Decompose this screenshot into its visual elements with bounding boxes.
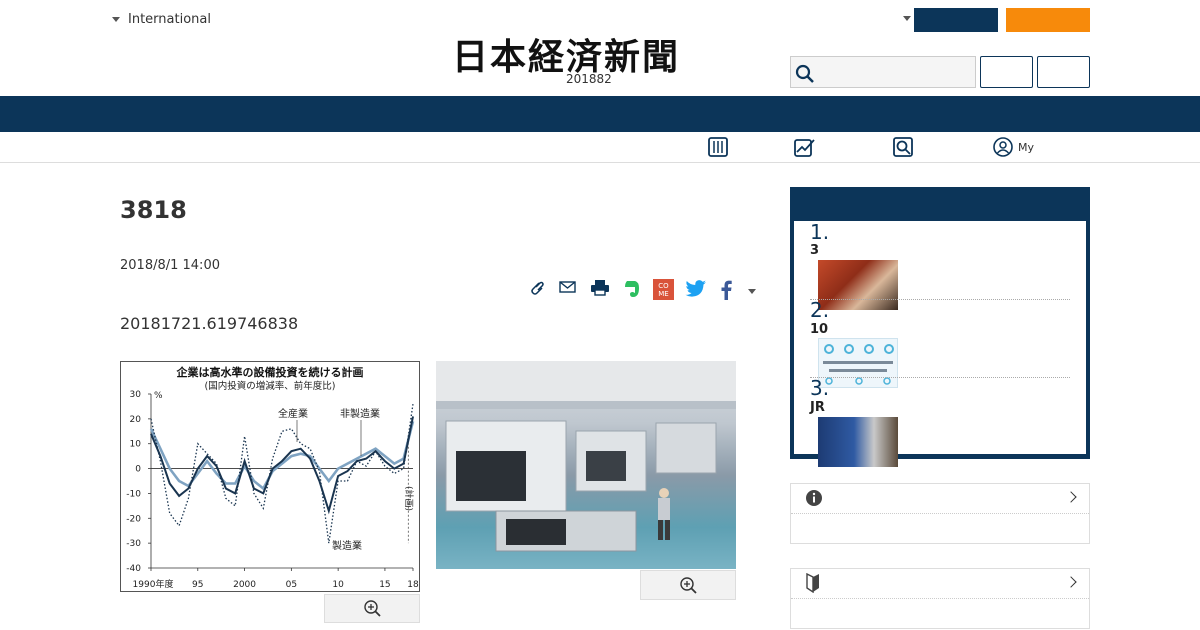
rank-thumbnail[interactable] [818,260,898,310]
rank-item-title[interactable]: JR [810,400,825,415]
zoom-in-icon [680,577,697,594]
chart-zoom-button[interactable] [324,594,420,623]
search-icon [795,64,814,83]
more-share-chevron-icon[interactable] [748,289,756,294]
y-tick-label: 0 [135,465,141,475]
y-tick-label: -20 [126,514,141,524]
article-title: 3818 [120,196,187,224]
facebook-icon[interactable] [719,279,733,301]
logo-date: 201882 [566,72,612,86]
user-icon[interactable] [993,137,1013,157]
series-label: 非製造業 [340,407,380,420]
article-date: 2018/8/1 14:00 [120,258,220,273]
series-line-dotted [150,403,414,544]
y-tick-label: -40 [126,564,141,574]
y-axis-label: % [154,391,163,401]
rank-item-title[interactable]: 3 [810,243,819,258]
search-icon[interactable] [893,137,913,157]
search-input[interactable] [790,56,976,88]
info-icon [806,490,822,506]
info-box[interactable] [790,483,1090,544]
beginner-box[interactable] [790,568,1090,629]
newspaper-icon[interactable] [708,137,728,157]
article-lead: 20181721.619746838 [120,314,299,333]
rank-thumbnail[interactable] [818,338,898,388]
y-tick-label: -30 [126,539,141,549]
y-tick-label: 10 [130,440,142,450]
x-tick-label: 1990年度 [133,578,174,590]
paperclip-icon[interactable] [528,279,546,297]
edition-selector[interactable]: International [112,12,211,27]
investment-chart: 企業は高水準の設備投資を続ける計画 (国内投資の増減率、前年度比)% 30 20 10 0… [120,361,420,592]
edition-label: International [128,12,211,27]
factory-photo-art [436,361,736,552]
y-tick-label: 30 [130,390,142,400]
series-label: 製造業 [332,539,362,552]
beginner-mark-icon [806,573,819,593]
rank-number: 1. [810,220,830,244]
x-tick-label: 95 [192,580,203,590]
factory-photo [436,361,736,569]
main-nav-bar [0,96,1200,132]
header-button[interactable] [980,56,1033,88]
x-tick-label: 10 [332,580,344,590]
photo-zoom-button[interactable] [640,570,736,600]
y-tick-label: -10 [126,489,141,499]
divider [810,377,1070,378]
chart-canvas: 企業は高水準の設備投資を続ける計画(国内投資の増減率、前年度比)% 30 20 10 0… [126,365,419,590]
plan-annotation: (計画) [403,486,415,511]
svg-text:CO: CO [658,282,669,290]
mail-icon[interactable] [559,279,577,295]
thumbnail-art [823,344,894,385]
chevron-right-icon [1065,491,1077,503]
login-button[interactable] [914,8,998,32]
svg-text:ME: ME [658,290,668,298]
my-page-link[interactable]: My [1018,141,1034,154]
comemo-icon[interactable]: CO ME [653,279,674,300]
rank-item-title[interactable]: 10 [810,322,828,337]
subscribe-button[interactable] [1006,8,1090,32]
chevron-right-icon [1065,576,1077,588]
y-tick-label: 20 [130,415,142,425]
chart-title: 企業は高水準の設備投資を続ける計画 [176,365,364,379]
x-tick-label: 05 [286,580,297,590]
header-button[interactable] [1037,56,1090,88]
rank-number: 3. [810,376,830,400]
evernote-icon[interactable] [623,279,641,299]
divider [810,299,1070,300]
zoom-in-icon [364,600,381,617]
x-tick-label: 18 [407,580,419,590]
rank-number: 2. [810,298,830,322]
series-label: 全産業 [278,407,308,420]
x-tick-label: 15 [379,580,390,590]
rank-thumbnail[interactable] [818,417,898,467]
x-tick-label: 2000 [233,580,256,590]
chevron-down-icon [112,17,120,22]
twitter-icon[interactable] [685,279,707,299]
chart-subtitle: (国内投資の増減率、前年度比) [205,380,336,392]
chart-trend-icon[interactable] [794,137,816,157]
print-icon[interactable] [590,279,610,297]
chevron-down-icon[interactable] [903,16,911,21]
